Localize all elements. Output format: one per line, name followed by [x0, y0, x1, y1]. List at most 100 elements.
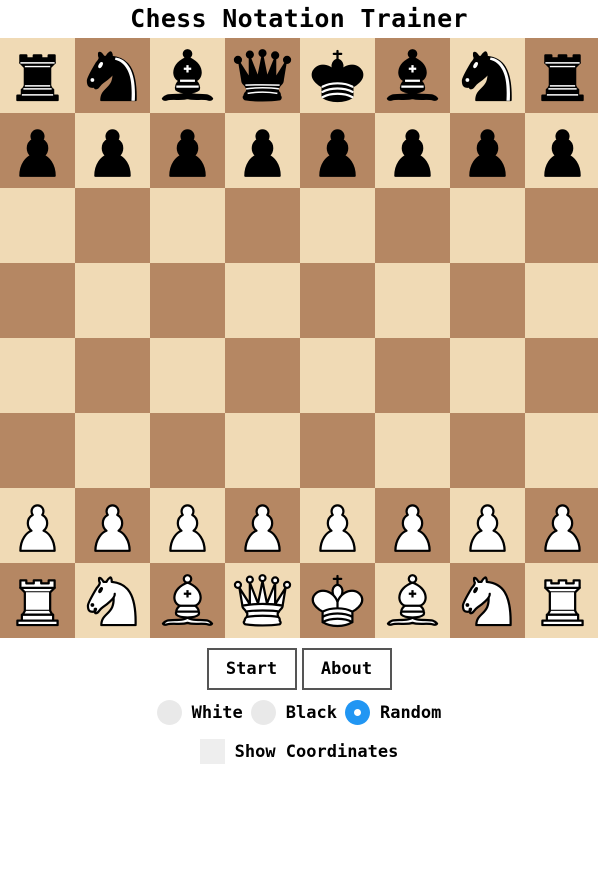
black-pawn-icon[interactable]: [4, 117, 71, 184]
square-g6[interactable]: [450, 188, 525, 263]
radio-black-indicator[interactable]: [250, 700, 276, 725]
square-f4[interactable]: [375, 338, 450, 413]
black-pawn-icon[interactable]: [79, 117, 146, 184]
square-c7[interactable]: [150, 113, 225, 188]
black-queen-icon[interactable]: [229, 42, 296, 109]
black-knight-icon[interactable]: [454, 42, 521, 109]
black-pawn-icon[interactable]: [529, 117, 596, 184]
square-f1[interactable]: [375, 563, 450, 638]
square-e2[interactable]: [300, 488, 375, 563]
square-a7[interactable]: [0, 113, 75, 188]
black-rook-icon[interactable]: [529, 42, 596, 109]
square-a1[interactable]: [0, 563, 75, 638]
black-bishop-icon[interactable]: [379, 42, 446, 109]
square-c3[interactable]: [150, 413, 225, 488]
black-pawn-icon[interactable]: [379, 117, 446, 184]
square-g3[interactable]: [450, 413, 525, 488]
white-pawn-icon[interactable]: [154, 492, 221, 559]
square-b6[interactable]: [75, 188, 150, 263]
square-e8[interactable]: [300, 38, 375, 113]
white-pawn-icon[interactable]: [304, 492, 371, 559]
square-d8[interactable]: [225, 38, 300, 113]
square-d4[interactable]: [225, 338, 300, 413]
square-h4[interactable]: [525, 338, 598, 413]
square-d3[interactable]: [225, 413, 300, 488]
square-d2[interactable]: [225, 488, 300, 563]
square-e5[interactable]: [300, 263, 375, 338]
radio-random[interactable]: Random: [344, 700, 441, 725]
black-pawn-icon[interactable]: [304, 117, 371, 184]
square-a4[interactable]: [0, 338, 75, 413]
black-king-icon[interactable]: [304, 42, 371, 109]
square-b1[interactable]: [75, 563, 150, 638]
square-c6[interactable]: [150, 188, 225, 263]
white-knight-icon[interactable]: [79, 567, 146, 634]
white-rook-icon[interactable]: [529, 567, 596, 634]
white-pawn-icon[interactable]: [229, 492, 296, 559]
square-f7[interactable]: [375, 113, 450, 188]
square-b4[interactable]: [75, 338, 150, 413]
square-c5[interactable]: [150, 263, 225, 338]
white-bishop-icon[interactable]: [154, 567, 221, 634]
square-c1[interactable]: [150, 563, 225, 638]
show-coordinates-option[interactable]: Show Coordinates: [0, 739, 598, 764]
square-h2[interactable]: [525, 488, 598, 563]
square-d5[interactable]: [225, 263, 300, 338]
start-button[interactable]: Start: [206, 648, 297, 690]
square-b2[interactable]: [75, 488, 150, 563]
square-g1[interactable]: [450, 563, 525, 638]
white-knight-icon[interactable]: [454, 567, 521, 634]
show-coordinates-checkbox[interactable]: [199, 739, 225, 764]
about-button[interactable]: About: [301, 648, 392, 690]
radio-random-indicator[interactable]: [344, 700, 370, 725]
white-rook-icon[interactable]: [4, 567, 71, 634]
square-b8[interactable]: [75, 38, 150, 113]
square-h6[interactable]: [525, 188, 598, 263]
square-a2[interactable]: [0, 488, 75, 563]
white-pawn-icon[interactable]: [4, 492, 71, 559]
square-g4[interactable]: [450, 338, 525, 413]
square-a8[interactable]: [0, 38, 75, 113]
square-h7[interactable]: [525, 113, 598, 188]
square-c8[interactable]: [150, 38, 225, 113]
square-d6[interactable]: [225, 188, 300, 263]
radio-white[interactable]: White: [156, 700, 243, 725]
square-b3[interactable]: [75, 413, 150, 488]
white-pawn-icon[interactable]: [79, 492, 146, 559]
radio-white-indicator[interactable]: [156, 700, 182, 725]
square-f5[interactable]: [375, 263, 450, 338]
white-pawn-icon[interactable]: [529, 492, 596, 559]
square-h5[interactable]: [525, 263, 598, 338]
white-pawn-icon[interactable]: [454, 492, 521, 559]
square-h3[interactable]: [525, 413, 598, 488]
black-rook-icon[interactable]: [4, 42, 71, 109]
square-g7[interactable]: [450, 113, 525, 188]
square-c4[interactable]: [150, 338, 225, 413]
square-h8[interactable]: [525, 38, 598, 113]
square-d1[interactable]: [225, 563, 300, 638]
black-pawn-icon[interactable]: [229, 117, 296, 184]
square-e4[interactable]: [300, 338, 375, 413]
square-b7[interactable]: [75, 113, 150, 188]
square-e7[interactable]: [300, 113, 375, 188]
square-c2[interactable]: [150, 488, 225, 563]
square-h1[interactable]: [525, 563, 598, 638]
square-b5[interactable]: [75, 263, 150, 338]
square-e1[interactable]: [300, 563, 375, 638]
square-a3[interactable]: [0, 413, 75, 488]
square-e6[interactable]: [300, 188, 375, 263]
square-d7[interactable]: [225, 113, 300, 188]
square-f8[interactable]: [375, 38, 450, 113]
square-g8[interactable]: [450, 38, 525, 113]
black-pawn-icon[interactable]: [154, 117, 221, 184]
square-e3[interactable]: [300, 413, 375, 488]
chess-board[interactable]: [0, 38, 598, 638]
square-f6[interactable]: [375, 188, 450, 263]
white-pawn-icon[interactable]: [379, 492, 446, 559]
white-bishop-icon[interactable]: [379, 567, 446, 634]
black-knight-icon[interactable]: [79, 42, 146, 109]
square-a5[interactable]: [0, 263, 75, 338]
black-bishop-icon[interactable]: [154, 42, 221, 109]
white-queen-icon[interactable]: [229, 567, 296, 634]
radio-black[interactable]: Black: [250, 700, 337, 725]
